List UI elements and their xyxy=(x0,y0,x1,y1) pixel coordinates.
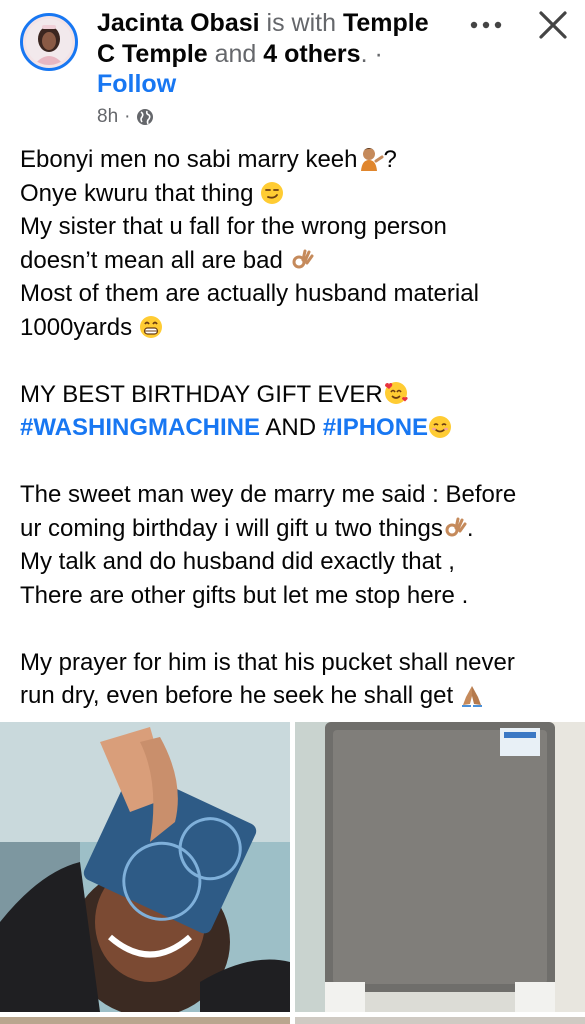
avatar-photo xyxy=(26,19,72,65)
paragraph-break xyxy=(20,445,575,479)
post-line: 1000yards xyxy=(20,311,575,345)
photo-third[interactable] xyxy=(0,1017,290,1024)
grinning-face-emoji xyxy=(139,315,163,349)
follow-button[interactable]: Follow xyxy=(97,70,176,99)
tagged-name-part2[interactable]: C Temple xyxy=(97,40,208,68)
post-line: There are other gifts but let me stop he… xyxy=(20,581,469,609)
more-options-icon[interactable] xyxy=(466,10,506,40)
folded-hands-emoji xyxy=(460,683,484,717)
close-icon[interactable] xyxy=(536,8,570,42)
smiling-face-with-hearts-emoji xyxy=(383,380,409,416)
hashtag-iphone[interactable]: #IPHONE xyxy=(323,414,428,441)
photo-washing-machine[interactable] xyxy=(295,722,585,1012)
with-text: is with xyxy=(266,9,336,37)
post-line: The sweet man wey de marry me said : Bef… xyxy=(20,481,517,508)
post-line: Most of them are actually husband materi… xyxy=(20,280,479,307)
post-line: doesn’t mean all are bad xyxy=(20,244,575,278)
post-time[interactable]: 8h xyxy=(97,106,118,128)
person-tipping-hand-emoji xyxy=(358,145,384,181)
post-line: My talk and do husband did exactly that … xyxy=(20,548,455,575)
separator-dot: . · xyxy=(360,40,383,68)
post-line: #WASHINGMACHINE AND #IPHONE xyxy=(20,411,575,445)
meta-separator: · xyxy=(124,106,131,127)
post-line: MY BEST BIRTHDAY GIFT EVER xyxy=(20,378,575,412)
ok-hand-emoji xyxy=(443,516,467,550)
post-line: Ebonyi men no sabi marry keeh? xyxy=(20,143,575,177)
tagged-name-part1[interactable]: Temple xyxy=(343,9,429,37)
post-line: My sister that u fall for the wrong pers… xyxy=(20,213,447,240)
post-text: Ebonyi men no sabi marry keeh? Onye kwur… xyxy=(20,143,575,713)
photo-fourth[interactable] xyxy=(295,1017,585,1024)
author-avatar[interactable] xyxy=(20,13,78,71)
tagged-others[interactable]: 4 others xyxy=(263,40,360,68)
post-line: ur coming birthday i will gift u two thi… xyxy=(20,512,575,546)
globe-icon xyxy=(137,109,154,125)
ok-hand-emoji xyxy=(290,248,314,282)
smirking-face-emoji xyxy=(260,181,284,215)
post-line: My prayer for him is that his pucket sha… xyxy=(20,648,515,676)
and-text: and xyxy=(214,40,257,68)
photo-woman-with-iphone-box[interactable] xyxy=(0,722,290,1012)
post-line: Onye kwuru that thing xyxy=(20,177,575,211)
post-attribution: Jacinta Obasi is with Temple C Temple an… xyxy=(97,8,457,70)
smiling-face-emoji xyxy=(428,415,452,449)
post-line: run dry, even before he seek he shall ge… xyxy=(20,679,575,713)
post-header: Jacinta Obasi is with Temple C Temple an… xyxy=(0,0,585,140)
hashtag-washingmachine[interactable]: #WASHINGMACHINE xyxy=(20,414,260,441)
paragraph-break xyxy=(20,612,575,646)
author-name[interactable]: Jacinta Obasi xyxy=(97,9,260,37)
paragraph-break xyxy=(20,344,575,378)
photo-grid xyxy=(0,722,585,1024)
post-meta: 8h · xyxy=(97,106,154,128)
